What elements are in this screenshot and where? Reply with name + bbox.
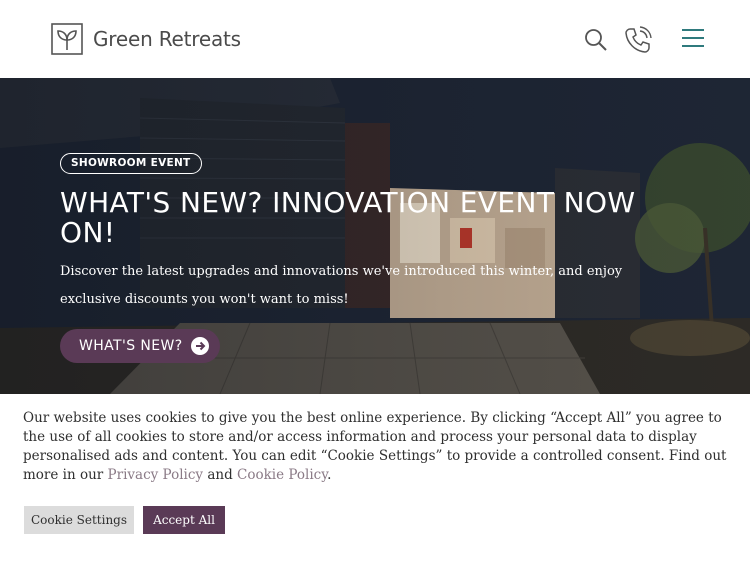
cookie-banner: Our website uses cookies to give you the… [0, 394, 750, 563]
cookie-text-end: . [327, 467, 332, 483]
cookie-settings-button[interactable]: Cookie Settings [24, 506, 134, 534]
menu-icon[interactable] [681, 28, 705, 48]
hero-title: WHAT'S NEW? INNOVATION EVENT NOW ON! [60, 186, 636, 249]
whats-new-button[interactable]: WHAT'S NEW? [60, 329, 220, 363]
whats-new-button-label: WHAT'S NEW? [79, 338, 183, 354]
brand-name: Green Retreats [93, 27, 241, 51]
arrow-right-circle-icon [191, 337, 209, 355]
leaf-logo-icon [51, 23, 83, 55]
site-header: Green Retreats [0, 0, 750, 78]
cookie-policy-link[interactable]: Cookie Policy [237, 467, 327, 483]
brand-logo[interactable]: Green Retreats [51, 23, 241, 55]
cookie-message: Our website uses cookies to give you the… [23, 409, 728, 485]
hero-description: Discover the latest upgrades and innovat… [60, 264, 623, 307]
showroom-event-badge: SHOWROOM EVENT [60, 153, 202, 174]
search-icon[interactable] [584, 28, 608, 52]
phone-icon[interactable] [623, 25, 653, 55]
cookie-text-and: and [203, 467, 238, 483]
accept-all-button[interactable]: Accept All [143, 506, 225, 534]
privacy-policy-link[interactable]: Privacy Policy [108, 467, 204, 483]
